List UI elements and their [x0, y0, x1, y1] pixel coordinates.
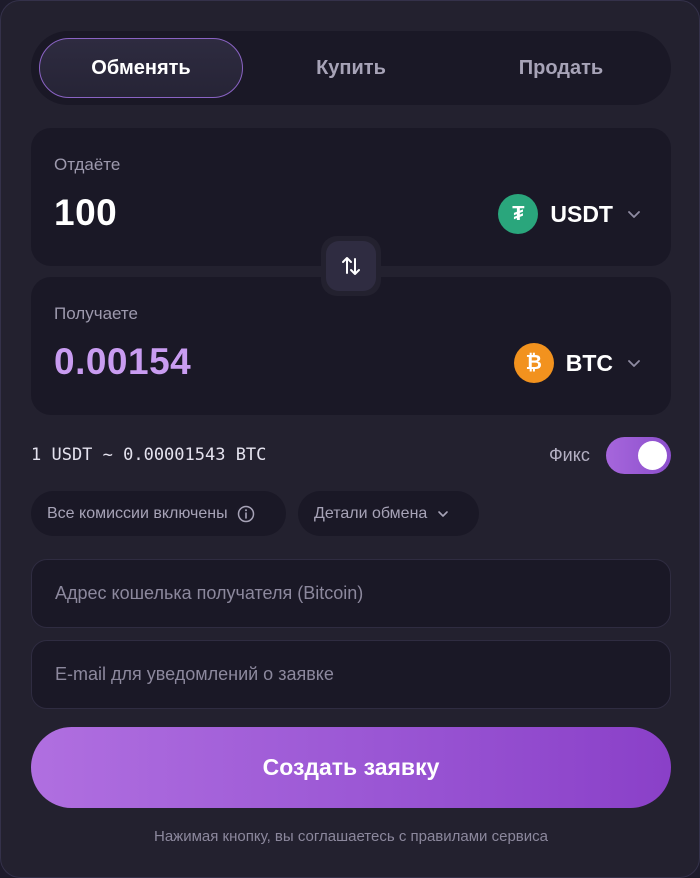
- give-label: Отдаёте: [54, 155, 121, 174]
- give-amount-input[interactable]: 100: [54, 192, 117, 234]
- bitcoin-icon: ₿: [513, 343, 554, 383]
- exchange-details-dropdown[interactable]: Детали обмена: [298, 491, 479, 536]
- get-label: Получаете: [54, 304, 138, 323]
- get-currency-select[interactable]: ₿ BTC: [513, 343, 641, 383]
- fees-included-chip[interactable]: Все комиссии включены: [31, 491, 286, 536]
- exchange-details-label: Детали обмена: [314, 504, 428, 522]
- tether-icon: ₮: [498, 194, 539, 234]
- exchange-card: Обменять Купить Продать Отдаёте 100 ₮ US…: [0, 0, 700, 878]
- chevron-down-icon: [628, 211, 640, 218]
- tab-exchange[interactable]: Обменять: [39, 38, 243, 98]
- swap-button[interactable]: [326, 241, 376, 291]
- wallet-address-field: [31, 559, 671, 628]
- wallet-address-input[interactable]: [32, 560, 670, 627]
- tab-sell[interactable]: Продать: [459, 38, 663, 98]
- get-panel: Получаете 0.00154 ₿ BTC: [31, 277, 671, 415]
- swap-button-frame: [321, 236, 381, 296]
- give-currency-select[interactable]: ₮ USDT: [498, 194, 641, 234]
- exchange-rate: 1 USDT ~ 0.00001543 BTC: [31, 445, 267, 465]
- fix-rate-toggle[interactable]: [606, 437, 671, 474]
- chevron-down-icon: [438, 510, 449, 517]
- toggle-knob: [638, 441, 667, 470]
- chevron-down-icon: [628, 360, 640, 367]
- exchange-tabs: Обменять Купить Продать: [31, 31, 671, 105]
- fees-included-label: Все комиссии включены: [47, 504, 228, 522]
- get-currency-code: BTC: [565, 349, 613, 376]
- swap-arrows-icon: [342, 257, 360, 275]
- email-field: [31, 640, 671, 709]
- get-amount-value: 0.00154: [54, 341, 192, 382]
- give-currency-code: USDT: [550, 200, 613, 227]
- tab-buy[interactable]: Купить: [249, 38, 453, 98]
- terms-notice: Нажимая кнопку, вы соглашаетесь с правил…: [154, 828, 548, 845]
- info-icon[interactable]: [237, 505, 255, 523]
- email-input[interactable]: [32, 641, 670, 708]
- fix-rate-label: Фикс: [549, 445, 590, 465]
- create-order-button[interactable]: Создать заявку: [31, 727, 671, 808]
